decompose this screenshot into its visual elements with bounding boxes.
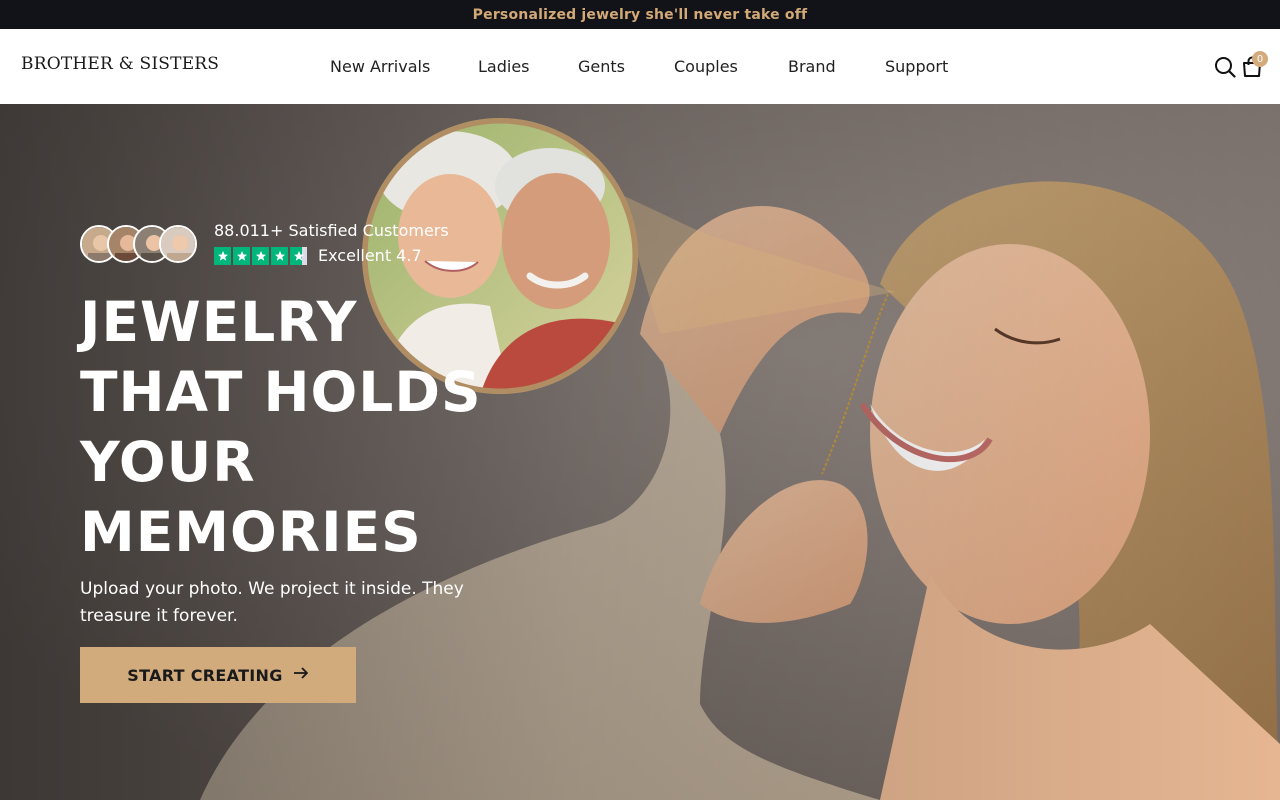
hero-headline-line-4: MEMORIES xyxy=(80,500,422,564)
brand-logo[interactable]: BROTHER & SISTERS xyxy=(21,54,219,74)
hero-subtext: Upload your photo. We project it inside.… xyxy=(80,579,464,626)
rating-label: Excellent 4.7 xyxy=(318,246,422,265)
announcement-bar: Personalized jewelry she'll never take o… xyxy=(0,0,1280,29)
hero-headline-line-1: JEWELRY xyxy=(80,290,358,354)
cta-label: START CREATING xyxy=(127,665,283,685)
start-creating-button[interactable]: START CREATING xyxy=(80,647,356,703)
search-icon[interactable] xyxy=(1214,56,1236,83)
avatar xyxy=(159,225,197,263)
hero-headline-line-2: THAT HOLDS xyxy=(80,360,482,424)
site-header: BROTHER & SISTERS New Arrivals Ladies Ge… xyxy=(0,29,1280,104)
star-icon xyxy=(271,247,288,265)
announcement-text: Personalized jewelry she'll never take o… xyxy=(472,6,808,23)
star-icon xyxy=(214,247,231,265)
nav-brand[interactable]: Brand xyxy=(788,57,836,76)
nav-gents[interactable]: Gents xyxy=(578,57,625,76)
star-half-icon xyxy=(290,247,307,265)
hero-headline-line-3: YOUR xyxy=(80,430,256,494)
star-icon xyxy=(252,247,269,265)
nav-support[interactable]: Support xyxy=(885,57,948,76)
nav-ladies[interactable]: Ladies xyxy=(478,57,530,76)
nav-new-arrivals[interactable]: New Arrivals xyxy=(330,57,430,76)
satisfied-customers-count: 88.011+ Satisfied Customers xyxy=(214,221,449,240)
hero-banner: 88.011+ Satisfied Customers Excellent 4.… xyxy=(0,104,1280,800)
star-icon xyxy=(233,247,250,265)
cart-count-badge: 0 xyxy=(1252,51,1268,67)
nav-couples[interactable]: Couples xyxy=(674,57,738,76)
arrow-right-icon xyxy=(293,666,309,685)
